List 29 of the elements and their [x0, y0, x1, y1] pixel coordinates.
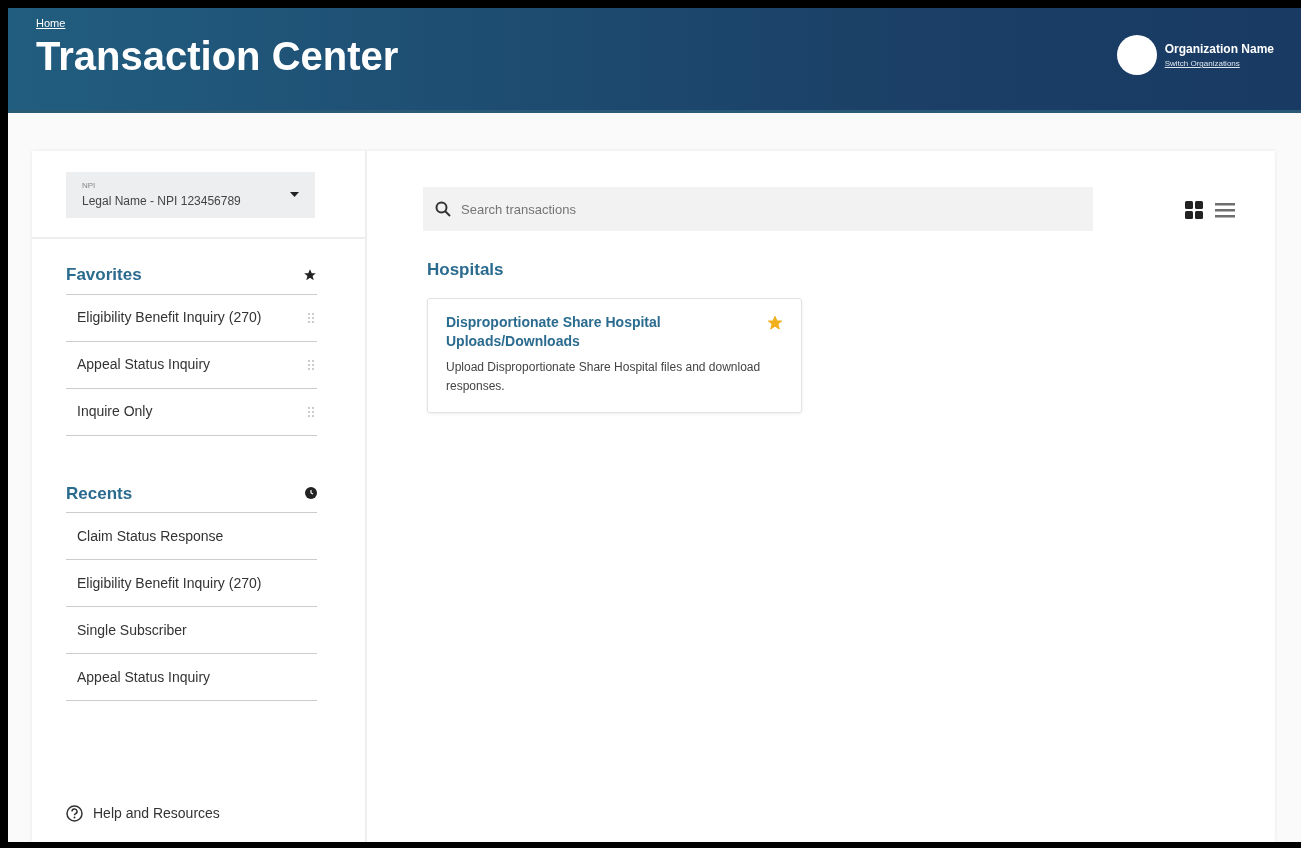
favorite-link[interactable]: Appeal Status Inquiry: [77, 354, 211, 375]
avatar: [1116, 35, 1157, 75]
page-title: Transaction Center: [36, 34, 399, 78]
help-icon: [66, 805, 83, 822]
caret-icon: [290, 192, 299, 197]
npi-select[interactable]: NPI Legal Name - NPI 123456789: [66, 172, 315, 218]
transaction-description: Upload Disproportionate Share Hospital files and download responses.: [446, 358, 762, 395]
transaction-title-link[interactable]: Disproportionate Share Hospital Uploads/Downloads: [446, 312, 751, 352]
favorite-link[interactable]: Eligibility Benefit Inquiry (270): [77, 307, 262, 328]
section-heading: Recents: [66, 482, 133, 505]
favorite-link[interactable]: Inquire Only: [77, 401, 153, 422]
recent-item[interactable]: Appeal Status Inquiry: [66, 654, 317, 701]
section-heading: Favorites: [66, 264, 142, 286]
star-icon: [303, 267, 317, 282]
clock-icon: [305, 487, 317, 500]
recent-item[interactable]: Claim Status Response: [66, 513, 317, 560]
recent-item[interactable]: Single Subscriber: [66, 607, 317, 654]
drag-handle-icon[interactable]: [308, 312, 314, 323]
help-link[interactable]: Help and Resources: [66, 803, 365, 824]
recent-item[interactable]: Eligibility Benefit Inquiry (270): [66, 560, 317, 607]
drag-handle-icon[interactable]: [308, 406, 314, 417]
search-field[interactable]: Search transactions: [423, 187, 1093, 231]
switch-organizations-link[interactable]: Switch Organizations: [1164, 58, 1274, 70]
drag-handle-icon[interactable]: [308, 359, 314, 370]
section-heading: Hospitals: [427, 259, 505, 281]
organization-name: Organization Name: [1164, 41, 1274, 58]
breadcrumb-link[interactable]: Home: [36, 17, 66, 29]
star-icon[interactable]: [767, 314, 783, 331]
transaction-card[interactable]: Disproportionate Share Hospital Uploads/Downloads Upload Disproportionate Share Hospital files and download responses.: [427, 297, 802, 414]
